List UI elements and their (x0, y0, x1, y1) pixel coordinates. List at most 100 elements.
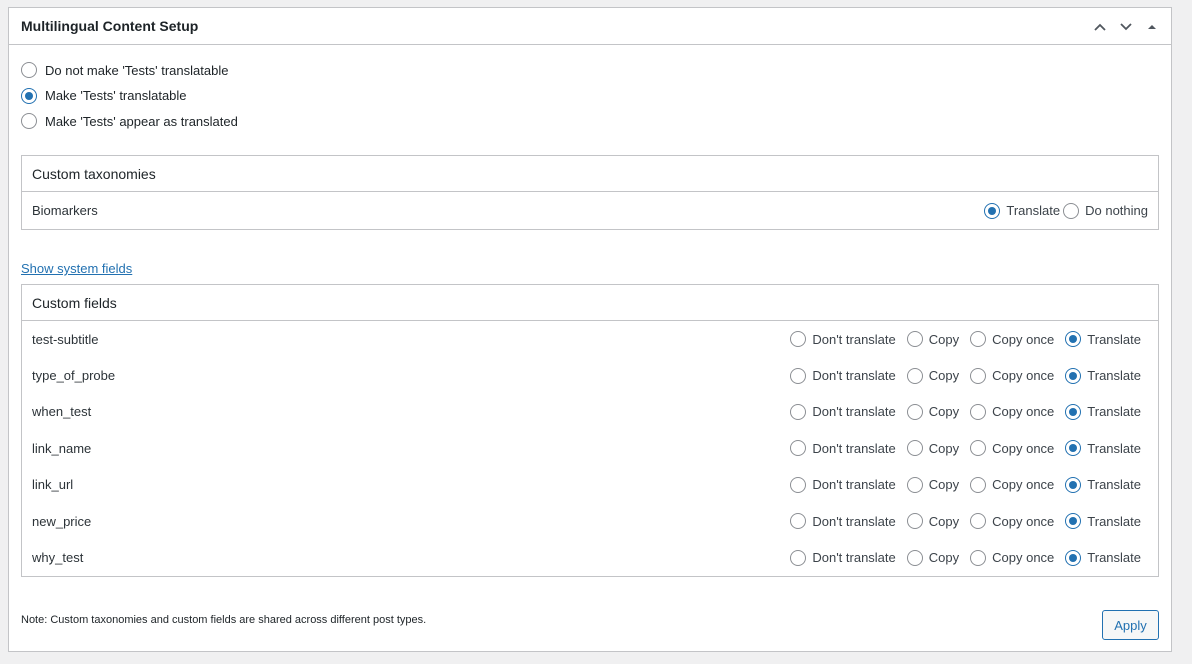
move-down-button[interactable] (1113, 14, 1139, 40)
field-option-translate[interactable]: Translate (1065, 331, 1141, 348)
taxonomy-option-translate[interactable]: Translate (984, 202, 1060, 219)
field-option-don-t-translate[interactable]: Don't translate (790, 513, 896, 530)
field-option-radio[interactable] (906, 440, 923, 457)
taxonomy-row: Biomarkers Translate Do nothing (22, 192, 1158, 229)
field-option-radio[interactable] (1065, 440, 1082, 457)
field-option-copy[interactable]: Copy (906, 440, 959, 457)
field-option-copy-once[interactable]: Copy once (970, 476, 1055, 493)
field-option-label: Don't translate (812, 440, 896, 456)
field-option-radio[interactable] (906, 403, 923, 420)
field-option-radio[interactable] (1065, 403, 1082, 420)
field-option-radio[interactable] (790, 331, 807, 348)
field-option-label: Translate (1087, 550, 1141, 566)
field-option-translate[interactable]: Translate (1065, 513, 1141, 530)
custom-field-row: new_price Don't translate Copy Copy once Tra… (22, 503, 1158, 539)
field-option-copy[interactable]: Copy (906, 513, 960, 530)
field-option-radio[interactable] (790, 403, 807, 420)
field-option-radio[interactable] (970, 367, 987, 384)
field-option-copy[interactable]: Copy (906, 331, 959, 348)
field-option-radio[interactable] (906, 476, 923, 493)
field-option-radio[interactable] (970, 331, 987, 348)
field-option-copy[interactable]: Copy (906, 476, 960, 493)
taxonomy-option-do-nothing[interactable]: Do nothing (1063, 202, 1148, 219)
field-option-label: Copy once (992, 513, 1055, 529)
field-option-radio[interactable] (1065, 549, 1082, 566)
field-option-label: Copy once (992, 440, 1055, 456)
field-option-label: Don't translate (812, 331, 896, 347)
mode-option-label: Do not make 'Tests' translatable (45, 62, 229, 78)
apply-button[interactable]: Apply (1102, 610, 1159, 640)
field-option-radio[interactable] (970, 549, 987, 566)
field-option-don-t-translate[interactable]: Don't translate (790, 440, 896, 457)
field-option-don-t-translate[interactable]: Don't translate (790, 367, 896, 384)
field-option-radio[interactable] (790, 440, 807, 457)
mode-option[interactable]: Make 'Tests' appear as translated (21, 112, 1159, 130)
field-option-copy-once[interactable]: Copy once (970, 331, 1055, 348)
field-option-translate[interactable]: Translate (1065, 440, 1141, 457)
field-option-copy-once[interactable]: Copy once (970, 513, 1055, 530)
metabox-title: Multilingual Content Setup (21, 18, 199, 34)
mode-radio[interactable] (21, 62, 37, 78)
field-option-radio[interactable] (790, 513, 807, 530)
field-option-radio[interactable] (970, 440, 987, 457)
field-option-label: Don't translate (812, 550, 896, 566)
custom-field-row: type_of_probe Don't translate Copy Copy onc… (22, 357, 1158, 393)
mode-option[interactable]: Do not make 'Tests' translatable (21, 61, 1159, 79)
field-option-label: Copy (928, 477, 960, 493)
mode-radio[interactable] (21, 113, 37, 129)
field-option-radio[interactable] (790, 549, 807, 566)
field-option-don-t-translate[interactable]: Don't translate (790, 549, 896, 566)
field-option-radio[interactable] (790, 367, 807, 384)
field-option-radio[interactable] (970, 403, 987, 420)
field-option-copy[interactable]: Copy (906, 367, 960, 384)
field-option-copy-once[interactable]: Copy once (970, 549, 1055, 566)
custom-field-options: Don't translate Copy Copy once Translate (790, 331, 1141, 348)
field-option-copy-once[interactable]: Copy once (970, 367, 1054, 384)
custom-taxonomies-heading: Custom taxonomies (22, 156, 1158, 192)
mode-option-label: Make 'Tests' appear as translated (45, 113, 238, 129)
field-option-radio[interactable] (1065, 367, 1082, 384)
field-option-copy-once[interactable]: Copy once (970, 440, 1055, 457)
triangle-up-icon (1148, 25, 1156, 29)
field-option-radio[interactable] (1065, 331, 1082, 348)
move-up-button[interactable] (1087, 14, 1113, 40)
taxonomy-radio[interactable] (1063, 202, 1080, 219)
field-option-label: Translate (1087, 404, 1141, 420)
field-option-label: Copy once (992, 550, 1055, 566)
field-option-don-t-translate[interactable]: Don't translate (790, 403, 896, 420)
field-option-copy-once[interactable]: Copy once (970, 403, 1054, 420)
field-option-don-t-translate[interactable]: Don't translate (790, 476, 896, 493)
toggle-panel-button[interactable] (1139, 14, 1165, 40)
field-option-label: Translate (1087, 368, 1141, 384)
field-option-don-t-translate[interactable]: Don't translate (790, 331, 896, 348)
field-option-translate[interactable]: Translate (1065, 367, 1141, 384)
field-option-label: Copy (928, 513, 960, 529)
custom-field-row: test-subtitle Don't translate Copy Copy onc… (22, 321, 1158, 357)
custom-field-options: Don't translate Copy Copy once Translate (790, 476, 1141, 493)
show-system-fields-link[interactable]: Show system fields (21, 261, 132, 276)
field-option-radio[interactable] (970, 513, 987, 530)
field-option-label: Translate (1087, 331, 1141, 347)
mode-radio[interactable] (21, 87, 37, 104)
field-option-radio[interactable] (906, 549, 923, 566)
field-option-radio[interactable] (790, 476, 807, 493)
field-option-radio[interactable] (906, 367, 923, 384)
field-option-label: Copy once (992, 477, 1055, 493)
field-option-copy[interactable]: Copy (906, 549, 959, 566)
field-option-label: Copy once (992, 331, 1055, 347)
metabox-header: Multilingual Content Setup (9, 8, 1171, 45)
field-option-translate[interactable]: Translate (1065, 476, 1141, 493)
field-option-radio[interactable] (906, 331, 923, 348)
field-option-radio[interactable] (906, 513, 923, 530)
field-option-label: Copy (928, 368, 960, 384)
custom-field-row: link_url Don't translate Copy Copy once Tran… (22, 467, 1158, 503)
field-option-translate[interactable]: Translate (1065, 549, 1141, 566)
taxonomy-radio[interactable] (984, 202, 1001, 219)
field-option-radio[interactable] (1065, 513, 1082, 530)
field-option-copy[interactable]: Copy (906, 403, 959, 420)
field-option-radio[interactable] (1065, 476, 1082, 493)
mode-option[interactable]: Make 'Tests' translatable (21, 87, 1159, 105)
field-option-label: Don't translate (812, 368, 896, 384)
field-option-translate[interactable]: Translate (1065, 403, 1141, 420)
field-option-radio[interactable] (970, 476, 987, 493)
